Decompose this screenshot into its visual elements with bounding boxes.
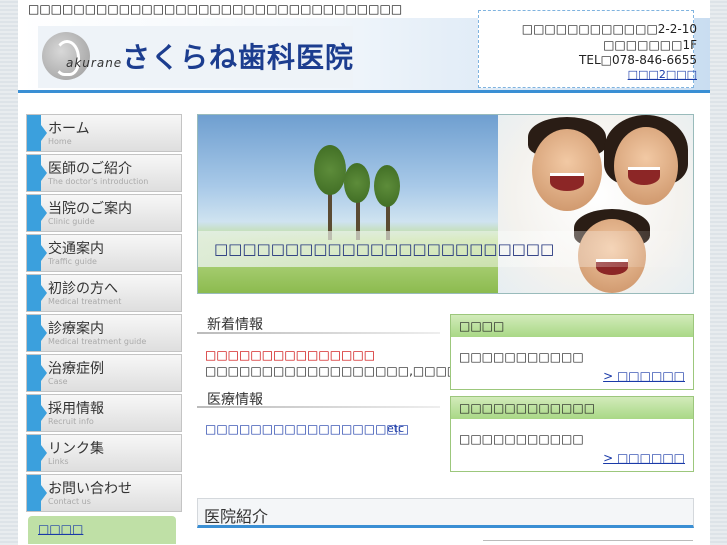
nav-item-recruit[interactable]: 採用情報 Recruit info	[26, 394, 182, 432]
nav-arrow-icon	[27, 235, 47, 271]
nav-label: お問い合わせ	[48, 481, 132, 497]
address-line-2: □□□□□□□1F	[603, 38, 697, 52]
tree-crown	[314, 145, 346, 195]
family-photo	[498, 115, 693, 293]
nav-item-links[interactable]: リンク集 Links	[26, 434, 182, 472]
nav-arrow-icon	[27, 355, 47, 391]
nav-arrow-icon	[27, 315, 47, 351]
nav-arrow-icon	[27, 275, 47, 311]
mother-face	[614, 127, 678, 205]
nav-label: 採用情報	[48, 401, 104, 417]
nav-label: 交通案内	[48, 241, 104, 257]
news-highlight: □□□□□□□□□□□□□□□	[205, 348, 376, 362]
nav-item-doctor[interactable]: 医師のご紹介 The doctor's introduction	[26, 154, 182, 192]
nav-sublabel: Home	[48, 137, 72, 146]
news-title-rule	[197, 332, 440, 334]
nav-item-contact[interactable]: お問い合わせ Contact us	[26, 474, 182, 512]
nav-item-cases[interactable]: 治療症例 Case	[26, 354, 182, 392]
info-box-1-heading: □□□□	[451, 315, 693, 337]
info-box-1-text: □□□□□□□□□□□	[459, 350, 584, 364]
info-box-2: □□□□□□□□□□□□ □□□□□□□□□□□ > □□□□□□	[450, 396, 694, 472]
nav-label: 初診の方へ	[48, 281, 118, 297]
tree-crown	[374, 165, 400, 207]
info-box-2-more-link[interactable]: > □□□□□□	[603, 451, 685, 465]
nav-arrow-icon	[27, 155, 47, 191]
intro-underline	[483, 540, 693, 545]
medical-info-link[interactable]: □□□□□□□□□□□□□□□□□□	[205, 422, 409, 436]
nav-label: 医師のご紹介	[48, 161, 132, 177]
info-box-2-heading: □□□□□□□□□□□□	[451, 397, 693, 419]
nav-item-treatment[interactable]: 診療案内 Medical treatment guide	[26, 314, 182, 352]
hero-caption: □□□□□□□□□□□□□□□□□□□□□□□□	[214, 240, 555, 258]
nav-arrow-icon	[27, 115, 47, 151]
site-tagline: □□□□□□□□□□□□□□□□□□□□□□□□□□□□□□□□□	[28, 2, 403, 16]
clinic-name[interactable]: さくらね歯科医院	[122, 36, 354, 76]
nav-arrow-icon	[27, 195, 47, 231]
logo-subtext: akurane	[66, 56, 123, 70]
nav-label: ホーム	[48, 121, 90, 137]
nav-sublabel: Traffic guide	[48, 257, 97, 266]
nav-arrow-icon	[27, 475, 47, 511]
medical-title-rule	[197, 406, 440, 408]
info-box-1-more-link[interactable]: > □□□□□□	[603, 369, 685, 383]
hero-image: □□□□□□□□□□□□□□□□□□□□□□□□	[197, 114, 694, 294]
info-box-1: □□□□ □□□□□□□□□□□ > □□□□□□	[450, 314, 694, 390]
father-face	[532, 129, 602, 211]
nav-label: 診療案内	[48, 321, 104, 337]
nav-arrow-icon	[27, 435, 47, 471]
address-line-1: □□□□□□□□□□□□2-2-10	[521, 22, 697, 36]
nav-sublabel: Medical treatment guide	[48, 337, 147, 346]
header-divider	[18, 90, 710, 93]
nav-item-clinic-guide[interactable]: 当院のご案内 Clinic guide	[26, 194, 182, 232]
nav-label: 治療症例	[48, 361, 104, 377]
nav-item-first-visit[interactable]: 初診の方へ Medical treatment	[26, 274, 182, 312]
news-title: 新着情報	[207, 317, 263, 333]
nav-sublabel: Links	[48, 457, 69, 466]
intro-section-header: 医院紹介	[197, 498, 694, 528]
nav-sublabel: The doctor's introduction	[48, 177, 149, 186]
nav-sublabel: Contact us	[48, 497, 91, 506]
nav-item-home[interactable]: ホーム Home	[26, 114, 182, 152]
telephone: TEL□078-846-6655	[579, 53, 697, 67]
nav-label: 当院のご案内	[48, 201, 132, 217]
nav-sublabel: Clinic guide	[48, 217, 95, 226]
mother-smile	[628, 167, 660, 185]
nav-sublabel: Case	[48, 377, 68, 386]
nav-sublabel: Medical treatment	[48, 297, 122, 306]
info-box-2-text: □□□□□□□□□□□	[459, 432, 584, 446]
intro-title: 医院紹介	[204, 507, 269, 526]
father-smile	[550, 173, 584, 191]
nav-arrow-icon	[27, 395, 47, 431]
nav-sublabel: Recruit info	[48, 417, 94, 426]
nav-item-traffic[interactable]: 交通案内 Traffic guide	[26, 234, 182, 272]
nav-bottom-link[interactable]: □□□□	[38, 522, 83, 536]
map-link[interactable]: □□□2□□□	[628, 68, 697, 81]
medical-info-etc: etc	[387, 422, 405, 435]
nav-label: リンク集	[48, 441, 104, 457]
tree-crown	[344, 163, 370, 203]
